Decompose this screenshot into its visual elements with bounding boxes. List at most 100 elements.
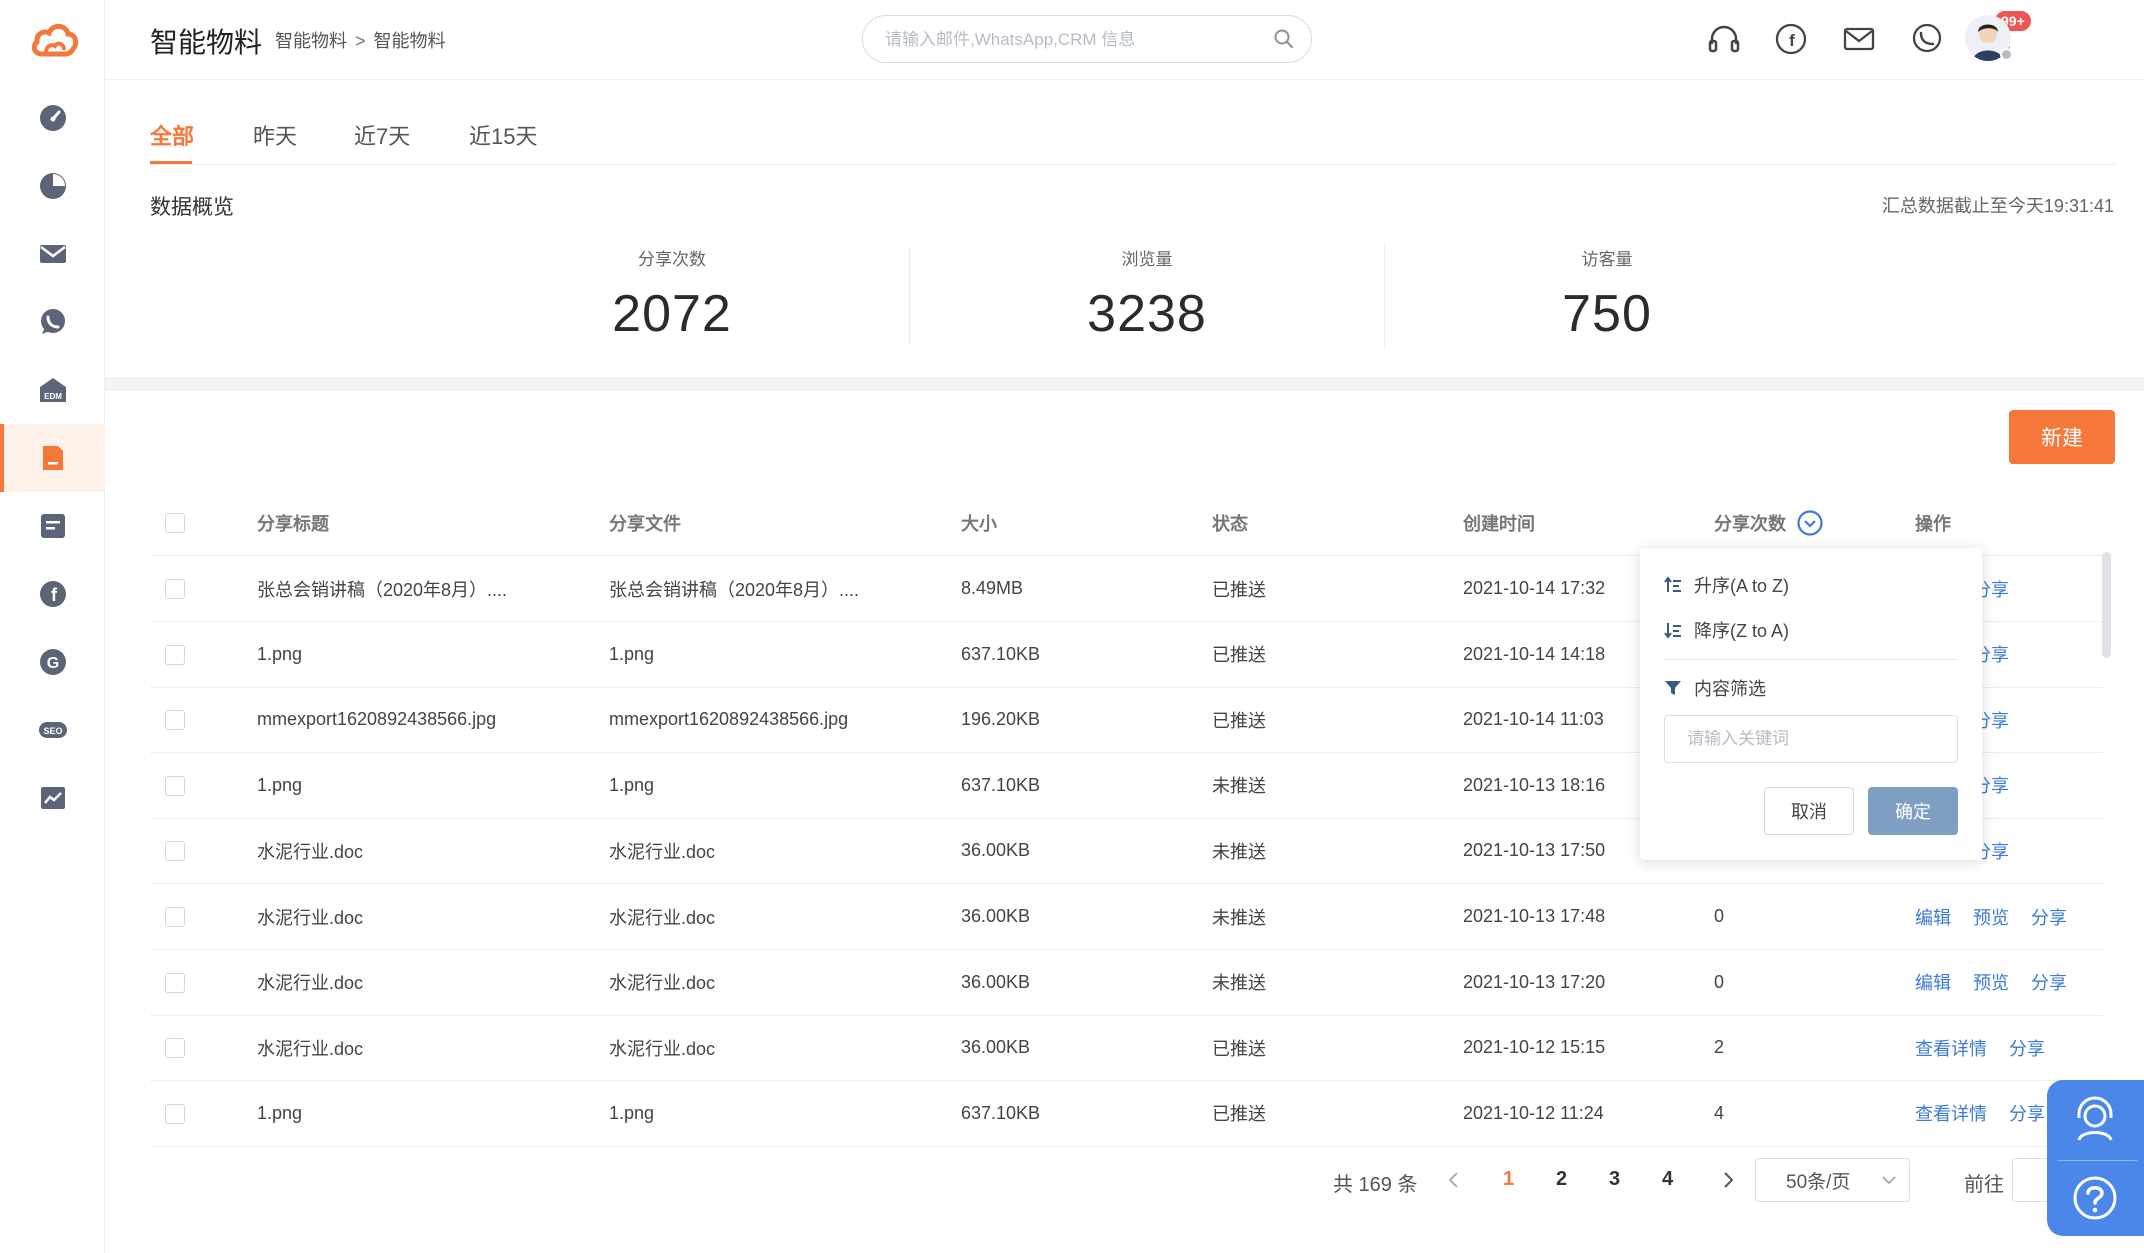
row-checkbox[interactable] (165, 841, 185, 862)
tab-yesterday[interactable]: 昨天 (253, 119, 297, 151)
page-size-select[interactable]: 50条/页 (1755, 1158, 1910, 1202)
cell-file: 水泥行业.doc (609, 841, 716, 862)
cell-title: 1.png (257, 1102, 303, 1123)
table-scrollbar[interactable] (2102, 552, 2111, 658)
chevron-right-icon[interactable] (1719, 1170, 1737, 1190)
sort-descending-icon (1664, 623, 1681, 639)
row-checkbox[interactable] (165, 710, 185, 731)
cell-size: 36.00KB (961, 1037, 1031, 1058)
overview-timestamp: 汇总数据截止至今天19:31:41 (1881, 196, 2114, 216)
row-checkbox[interactable] (165, 907, 185, 927)
sidebar-item-edm[interactable]: EDM (0, 356, 105, 424)
cell-share-count: 0 (1714, 906, 1725, 926)
svg-text:EDM: EDM (44, 392, 62, 401)
headset-icon[interactable] (1707, 22, 1741, 56)
sidebar-item-seo[interactable]: SEO (0, 696, 105, 764)
goto-label: 前往 (1964, 1174, 2004, 1196)
sidebar-item-statistics[interactable] (0, 152, 105, 220)
sidebar-item-mail[interactable] (0, 220, 105, 288)
page-size-value: 50条/页 (1786, 1171, 1851, 1193)
tabs-divider (150, 164, 2115, 165)
cell-file: 1.png (609, 774, 655, 795)
search-icon[interactable] (1273, 28, 1295, 50)
stat-value: 2072 (612, 285, 732, 343)
row-checkbox[interactable] (165, 972, 185, 993)
sort-ascending-option[interactable]: 升序(A to Z) (1664, 572, 1789, 598)
page-number[interactable]: 3 (1609, 1168, 1620, 1191)
whatsapp-header-icon[interactable] (1910, 22, 1944, 56)
pie-chart-icon (39, 173, 66, 199)
view-details-link[interactable]: 查看详情 (1915, 1035, 1987, 1061)
sidebar-item-dashboard[interactable] (0, 84, 105, 152)
sidebar-item-smart-material[interactable] (0, 424, 105, 492)
page-number[interactable]: 1 (1503, 1168, 1514, 1191)
view-details-link[interactable]: 查看详情 (1915, 1100, 1987, 1126)
preview-link[interactable]: 预览 (1973, 969, 2009, 995)
sort-descending-option[interactable]: 降序(Z to A) (1664, 617, 1789, 643)
sidebar-item-reports[interactable] (0, 764, 105, 832)
top-header: 智能物料 智能物料 > 智能物料 (105, 0, 2144, 80)
tab-last-7-days[interactable]: 近7天 (354, 119, 410, 151)
online-status-dot (2000, 48, 2013, 61)
select-all-checkbox[interactable] (165, 513, 185, 533)
cell-title: 水泥行业.doc (257, 973, 364, 994)
page-number[interactable]: 4 (1662, 1168, 1673, 1191)
facebook-icon: f (39, 581, 66, 607)
row-checkbox[interactable] (165, 644, 185, 665)
cancel-button[interactable]: 取消 (1764, 787, 1854, 835)
stat-label: 浏览量 (1121, 250, 1173, 269)
customer-support-widget[interactable] (2047, 1080, 2144, 1236)
sidebar-item-google[interactable]: G (0, 628, 105, 696)
cell-created-time: 2021-10-12 11:24 (1463, 1102, 1604, 1123)
share-link[interactable]: 分享 (2031, 904, 2067, 930)
breadcrumb: 智能物料 > 智能物料 (275, 27, 446, 53)
new-button[interactable]: 新建 (2009, 410, 2115, 464)
sidebar: EDM f G SEO (0, 0, 105, 1253)
edit-link[interactable]: 编辑 (1915, 904, 1951, 930)
mail-icon (39, 245, 66, 263)
tab-last-15-days[interactable]: 近15天 (469, 119, 537, 151)
customer-service-icon[interactable] (2067, 1092, 2123, 1148)
chevron-down-icon (1882, 1176, 1896, 1185)
cell-created-time: 2021-10-13 17:48 (1463, 906, 1606, 926)
cell-size: 196.20KB (961, 709, 1041, 730)
facebook-header-icon[interactable]: f (1774, 22, 1808, 56)
cloud-logo-icon[interactable] (30, 18, 80, 60)
trend-chart-icon (40, 787, 65, 809)
share-link[interactable]: 分享 (2009, 1035, 2045, 1061)
row-checkbox[interactable] (165, 1103, 185, 1124)
sort-ascending-icon (1664, 576, 1681, 592)
page-number[interactable]: 2 (1556, 1168, 1567, 1191)
stat-value: 3238 (1087, 285, 1207, 343)
table-row: 水泥行业.doc 水泥行业.doc 36.00KB 未推送 2021-10-13 17:… (150, 950, 2103, 1016)
mail-header-icon[interactable] (1842, 22, 1876, 56)
sidebar-item-forms[interactable] (0, 492, 105, 560)
share-link[interactable]: 分享 (2009, 1100, 2045, 1126)
sidebar-item-whatsapp[interactable] (0, 288, 105, 356)
keyword-filter-input[interactable] (1664, 715, 1958, 763)
chevron-down-circle-icon[interactable] (1796, 509, 1824, 537)
edit-link[interactable]: 编辑 (1915, 969, 1951, 995)
row-checkbox[interactable] (165, 1038, 185, 1059)
seo-icon: SEO (38, 722, 67, 738)
search-input[interactable] (885, 27, 1265, 53)
table-row: 水泥行业.doc 水泥行业.doc 36.00KB 未推送 2021-10-13 17:… (150, 884, 2103, 950)
column-header-title: 分享标题 (257, 513, 329, 534)
share-link[interactable]: 分享 (2031, 969, 2067, 995)
sidebar-item-facebook[interactable]: f (0, 560, 105, 628)
help-question-icon[interactable] (2069, 1172, 2121, 1224)
confirm-button[interactable]: 确定 (1868, 787, 1958, 835)
column-header-actions: 操作 (1915, 513, 1951, 534)
row-checkbox[interactable] (165, 775, 185, 796)
cell-size: 8.49MB (961, 578, 1024, 598)
svg-text:f: f (1789, 31, 1795, 50)
preview-link[interactable]: 预览 (1973, 904, 2009, 930)
cell-actions: 编辑 预览 分享 (1915, 950, 2089, 1015)
cell-created-time: 2021-10-13 17:50 (1463, 840, 1606, 861)
cell-status: 未推送 (1212, 776, 1266, 797)
chevron-left-icon[interactable] (1445, 1170, 1463, 1190)
breadcrumb-item[interactable]: 智能物料 (275, 31, 347, 51)
svg-text:SEO: SEO (43, 726, 62, 736)
row-checkbox[interactable] (165, 579, 185, 599)
tab-all[interactable]: 全部 (150, 119, 194, 151)
